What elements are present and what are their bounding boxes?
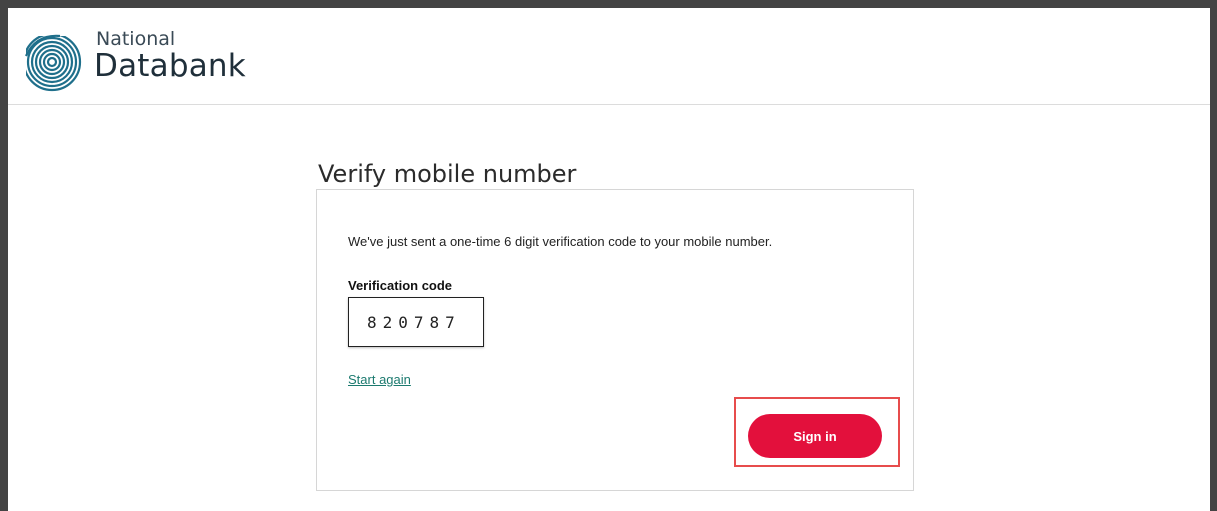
verification-code-input[interactable] xyxy=(348,297,484,347)
fingerprint-icon xyxy=(16,26,82,92)
header: National Databank xyxy=(8,8,1210,105)
sign-in-button[interactable]: Sign in xyxy=(748,414,882,458)
brand-logo[interactable]: National Databank xyxy=(16,26,276,96)
page-title: Verify mobile number xyxy=(318,160,577,189)
start-again-link[interactable]: Start again xyxy=(348,372,411,387)
brand-name-line1: National xyxy=(96,28,176,50)
verification-code-label: Verification code xyxy=(348,278,453,293)
page: National Databank Verify mobile number W… xyxy=(8,8,1210,511)
verification-card: We've just sent a one-time 6 digit verif… xyxy=(316,189,914,491)
verification-info-text: We've just sent a one-time 6 digit verif… xyxy=(348,234,773,249)
brand-name-line2: Databank xyxy=(94,48,246,84)
